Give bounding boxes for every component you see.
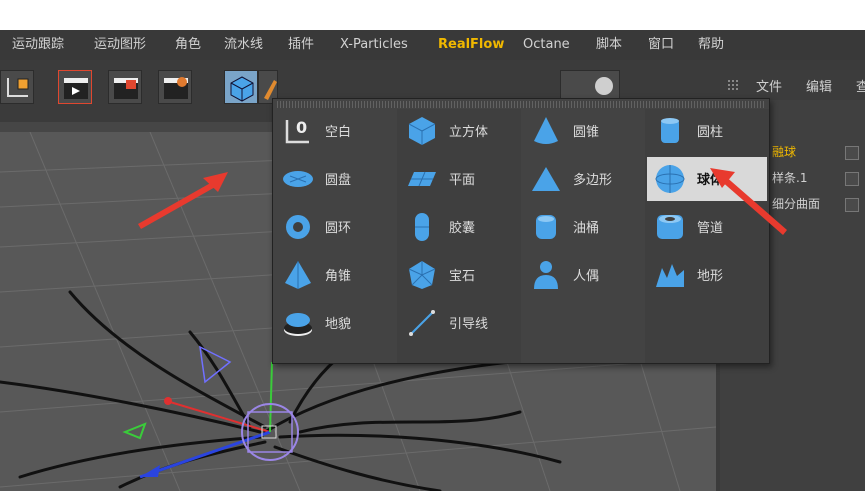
tool-platonic-label: 宝石 — [449, 269, 476, 284]
gem-icon — [408, 261, 436, 289]
tool-null-label: 空白 — [325, 125, 352, 140]
tool-torus-label: 圆环 — [325, 221, 352, 236]
primitive-cube-button[interactable] — [224, 70, 258, 104]
torus-icon — [286, 215, 310, 239]
tool-disc-label: 圆盘 — [325, 173, 352, 188]
coordinate-icon — [7, 78, 29, 97]
relief-icon — [284, 313, 312, 336]
object-visibility-toggle[interactable] — [845, 172, 859, 186]
menu-pipeline[interactable]: 流水线 — [224, 35, 263, 55]
tool-platonic[interactable]: 宝石 — [399, 253, 519, 297]
menu-octane[interactable]: Octane — [523, 35, 570, 55]
om-tab-view[interactable]: 查 — [856, 76, 865, 95]
tool-cylinder[interactable]: 圆柱 — [647, 109, 767, 153]
tool-capsule-label: 胶囊 — [449, 221, 476, 236]
tool-figure-label: 人偶 — [573, 269, 600, 284]
tool-oil-tank-label: 油桶 — [573, 221, 600, 236]
grip-icon — [728, 80, 738, 90]
disc-icon — [283, 171, 313, 187]
primitive-palette: 0 空白 立方体 圆锥 圆柱 圆盘 平面 多边形 球体 圆环 胶囊 油桶 管道 … — [272, 98, 770, 364]
red-arrow-left — [138, 172, 228, 229]
om-tab-edit[interactable]: 编辑 — [806, 76, 832, 95]
tool-landscape-label: 地形 — [697, 269, 724, 284]
tool-guide[interactable]: 引导线 — [399, 301, 519, 345]
cone-icon — [534, 117, 558, 144]
plane-icon — [408, 171, 436, 187]
tool-pyramid[interactable]: 角锥 — [275, 253, 395, 297]
cube-icon — [230, 76, 254, 102]
object-visibility-toggle[interactable] — [845, 198, 859, 212]
render-settings-button[interactable] — [158, 70, 192, 104]
object-visibility-toggle[interactable] — [845, 146, 859, 160]
tube-icon — [657, 215, 683, 239]
menu-x-particles[interactable]: X-Particles — [340, 35, 408, 55]
figure-icon — [534, 261, 558, 289]
oil-tank-icon — [536, 215, 556, 239]
tool-figure[interactable]: 人偶 — [523, 253, 643, 297]
pyramid-icon — [285, 261, 311, 289]
menu-mograph[interactable]: 运动图形 — [94, 35, 146, 55]
tool-torus[interactable]: 圆环 — [275, 205, 395, 249]
tool-disc[interactable]: 圆盘 — [275, 157, 395, 201]
tool-null[interactable]: 0 空白 — [275, 109, 395, 153]
polygon-icon — [532, 167, 560, 191]
palette-grip[interactable] — [277, 101, 765, 108]
menu-bar: 运动跟踪 运动图形 角色 流水线 插件 X-Particles RealFlow… — [0, 30, 865, 60]
render-settings-icon — [164, 77, 188, 99]
menu-realflow[interactable]: RealFlow — [438, 35, 504, 55]
tool-capsule[interactable]: 胶囊 — [399, 205, 519, 249]
cube-icon — [408, 117, 436, 145]
red-arrow-right — [710, 168, 787, 235]
cinema4d-window: 运动跟踪 运动图形 角色 流水线 插件 X-Particles RealFlow… — [0, 30, 865, 491]
menu-script[interactable]: 脚本 — [596, 35, 622, 55]
render-clapper-icon — [114, 78, 138, 99]
tool-relief-label: 地貌 — [325, 317, 352, 332]
menu-plugins[interactable]: 插件 — [288, 35, 314, 55]
menu-help[interactable]: 帮助 — [698, 35, 724, 55]
tool-plane-label: 平面 — [449, 173, 476, 188]
menu-character[interactable]: 角色 — [175, 35, 201, 55]
menu-window[interactable]: 窗口 — [648, 35, 674, 55]
tool-landscape[interactable]: 地形 — [647, 253, 767, 297]
tool-polygon-label: 多边形 — [573, 173, 613, 188]
om-tab-file[interactable]: 文件 — [756, 76, 782, 95]
tool-cone[interactable]: 圆锥 — [523, 109, 643, 153]
render-view-button[interactable] — [58, 70, 92, 104]
tool-relief[interactable]: 地貌 — [275, 301, 395, 345]
tool-pyramid-label: 角锥 — [325, 269, 352, 284]
landscape-icon — [656, 264, 684, 287]
clapper-icon — [64, 78, 88, 99]
coordinate-button[interactable] — [0, 70, 34, 104]
tool-polygon[interactable]: 多边形 — [523, 157, 643, 201]
tool-oil-tank[interactable]: 油桶 — [523, 205, 643, 249]
sphere-icon — [655, 165, 685, 193]
render-button[interactable] — [108, 70, 142, 104]
tool-guide-label: 引导线 — [449, 317, 489, 332]
tool-cylinder-label: 圆柱 — [697, 125, 724, 140]
cylinder-icon — [661, 118, 679, 143]
svg-text:0: 0 — [296, 118, 307, 137]
capsule-icon — [415, 213, 429, 241]
tool-cube-label: 立方体 — [449, 125, 489, 140]
tool-cone-label: 圆锥 — [573, 125, 600, 140]
guide-line-icon — [409, 310, 435, 336]
tool-plane[interactable]: 平面 — [399, 157, 519, 201]
menu-motion-tracking[interactable]: 运动跟踪 — [12, 35, 64, 55]
null-icon: 0 — [285, 118, 309, 144]
tool-cube[interactable]: 立方体 — [399, 109, 519, 153]
